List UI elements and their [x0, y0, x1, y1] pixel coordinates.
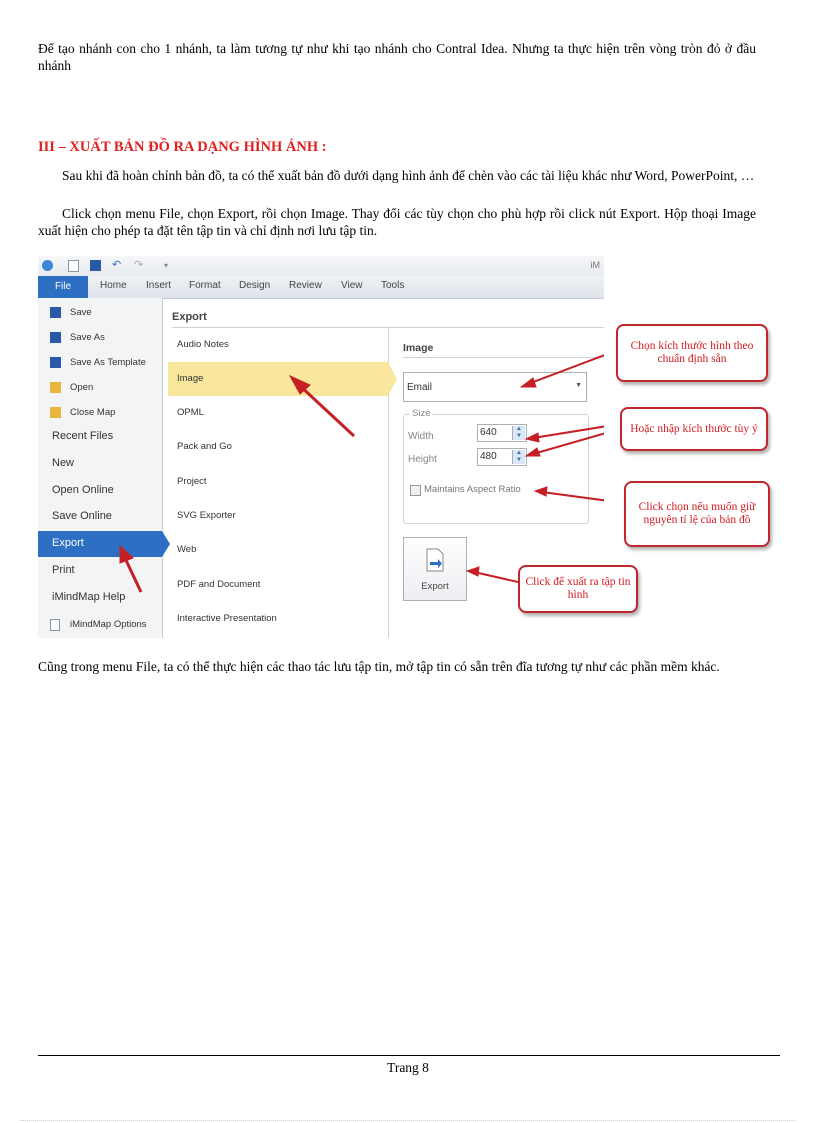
- save-as-icon: [50, 332, 61, 343]
- export-button[interactable]: Export: [403, 537, 467, 601]
- arrow-to-export-button: [473, 571, 519, 583]
- divider: [403, 357, 603, 358]
- closing-paragraph: Cũng trong menu File, ta có thể thực hiệ…: [38, 659, 720, 674]
- height-spinner[interactable]: 480 ▲ ▼: [477, 448, 527, 466]
- callout-aspect-ratio: Click chọn nếu muốn giữ nguyên tỉ lệ của…: [624, 481, 770, 547]
- new-file-icon[interactable]: [68, 260, 79, 272]
- quick-access-toolbar: ↶ ↷ ▾ iM: [38, 256, 604, 276]
- intro-paragraph: Để tạo nhánh con cho 1 nhánh, ta làm tươ…: [38, 41, 756, 73]
- file-menu-sidebar: Save Save As Save As Template Open Close…: [38, 298, 170, 638]
- sidebar-item-print[interactable]: Print: [38, 558, 162, 584]
- page-bottom-border: [20, 1120, 796, 1121]
- sidebar-item-open[interactable]: Open: [38, 375, 162, 401]
- spinner-arrows-icon[interactable]: ▲ ▼: [512, 426, 525, 440]
- callout-custom-size: Hoặc nhập kích thước tùy ý: [620, 407, 768, 451]
- app-logo-icon: [42, 260, 53, 271]
- ribbon-tabs: File Home Insert Format Design Review Vi…: [38, 276, 604, 299]
- export-option-project[interactable]: Project: [168, 465, 388, 499]
- width-label: Width: [408, 431, 434, 442]
- export-file-icon: [426, 548, 444, 572]
- callout-export: Click để xuất ra tập tin hình: [518, 565, 638, 613]
- export-option-pack-and-go[interactable]: Pack and Go: [168, 430, 388, 464]
- size-label: Size: [410, 408, 433, 419]
- close-folder-icon: [50, 407, 61, 418]
- tab-review[interactable]: Review: [289, 280, 322, 291]
- export-option-opml[interactable]: OPML: [168, 396, 388, 430]
- window-title: iM: [590, 260, 601, 270]
- export-option-image[interactable]: Image: [168, 362, 397, 396]
- footer-rule: [38, 1055, 780, 1056]
- tab-home[interactable]: Home: [100, 280, 127, 291]
- export-paragraph-1: Sau khi đã hoàn chỉnh bản đồ, ta có thể …: [62, 168, 755, 183]
- image-panel-title: Image: [403, 342, 434, 354]
- customize-icon[interactable]: ▾: [164, 260, 175, 271]
- preset-select[interactable]: Email ▼: [403, 372, 587, 402]
- export-option-pdf[interactable]: PDF and Document: [168, 568, 388, 602]
- callout-preset-size: Chọn kích thước hình theo chuẩn định sẵn: [616, 324, 768, 382]
- export-option-audio-notes[interactable]: Audio Notes: [168, 328, 388, 362]
- aspect-ratio-checkbox[interactable]: [410, 485, 421, 496]
- options-icon: [50, 619, 60, 631]
- spinner-arrows-icon[interactable]: ▲ ▼: [512, 450, 525, 464]
- save-icon: [50, 307, 61, 318]
- page-number: Trang 8: [387, 1060, 429, 1075]
- sidebar-item-open-online[interactable]: Open Online: [38, 478, 162, 504]
- export-option-web[interactable]: Web: [168, 533, 388, 567]
- export-option-svg[interactable]: SVG Exporter: [168, 499, 388, 533]
- sidebar-item-help[interactable]: iMindMap Help: [38, 585, 162, 611]
- undo-icon[interactable]: ↶: [112, 260, 123, 271]
- save-template-icon: [50, 357, 61, 368]
- redo-icon[interactable]: ↷: [134, 260, 145, 271]
- sidebar-item-recent-files[interactable]: Recent Files: [38, 424, 162, 450]
- tab-design[interactable]: Design: [239, 280, 270, 291]
- tab-insert[interactable]: Insert: [146, 280, 171, 291]
- arrow-head: [465, 566, 480, 577]
- tab-file[interactable]: File: [38, 276, 88, 298]
- export-paragraph-2: Click chọn menu File, chọn Export, rồi c…: [38, 206, 756, 238]
- chevron-down-icon: ▼: [575, 382, 582, 389]
- sidebar-item-export[interactable]: Export: [38, 531, 170, 557]
- sidebar-item-save-online[interactable]: Save Online: [38, 504, 162, 530]
- sidebar-item-save-as[interactable]: Save As: [38, 325, 162, 351]
- section-heading: III – XUẤT BẢN ĐỒ RA DẠNG HÌNH ẢNH :: [38, 139, 327, 155]
- sidebar-item-new[interactable]: New: [38, 451, 162, 477]
- tab-tools[interactable]: Tools: [381, 280, 404, 291]
- tab-format[interactable]: Format: [189, 280, 221, 291]
- height-label: Height: [408, 454, 437, 465]
- tab-view[interactable]: View: [341, 280, 363, 291]
- export-option-presentation[interactable]: Interactive Presentation: [168, 602, 388, 636]
- sidebar-item-close-map[interactable]: Close Map: [38, 400, 162, 426]
- export-options-list: Audio Notes Image OPML Pack and Go Proje…: [168, 328, 397, 638]
- aspect-ratio-label: Maintains Aspect Ratio: [424, 484, 521, 495]
- width-spinner[interactable]: 640 ▲ ▼: [477, 424, 527, 442]
- open-folder-icon: [50, 382, 61, 393]
- export-title: Export: [172, 311, 207, 323]
- sidebar-item-save[interactable]: Save: [38, 300, 162, 326]
- save-icon[interactable]: [90, 260, 101, 271]
- sidebar-item-options[interactable]: iMindMap Options: [38, 612, 162, 638]
- sidebar-item-save-as-template[interactable]: Save As Template: [38, 350, 162, 376]
